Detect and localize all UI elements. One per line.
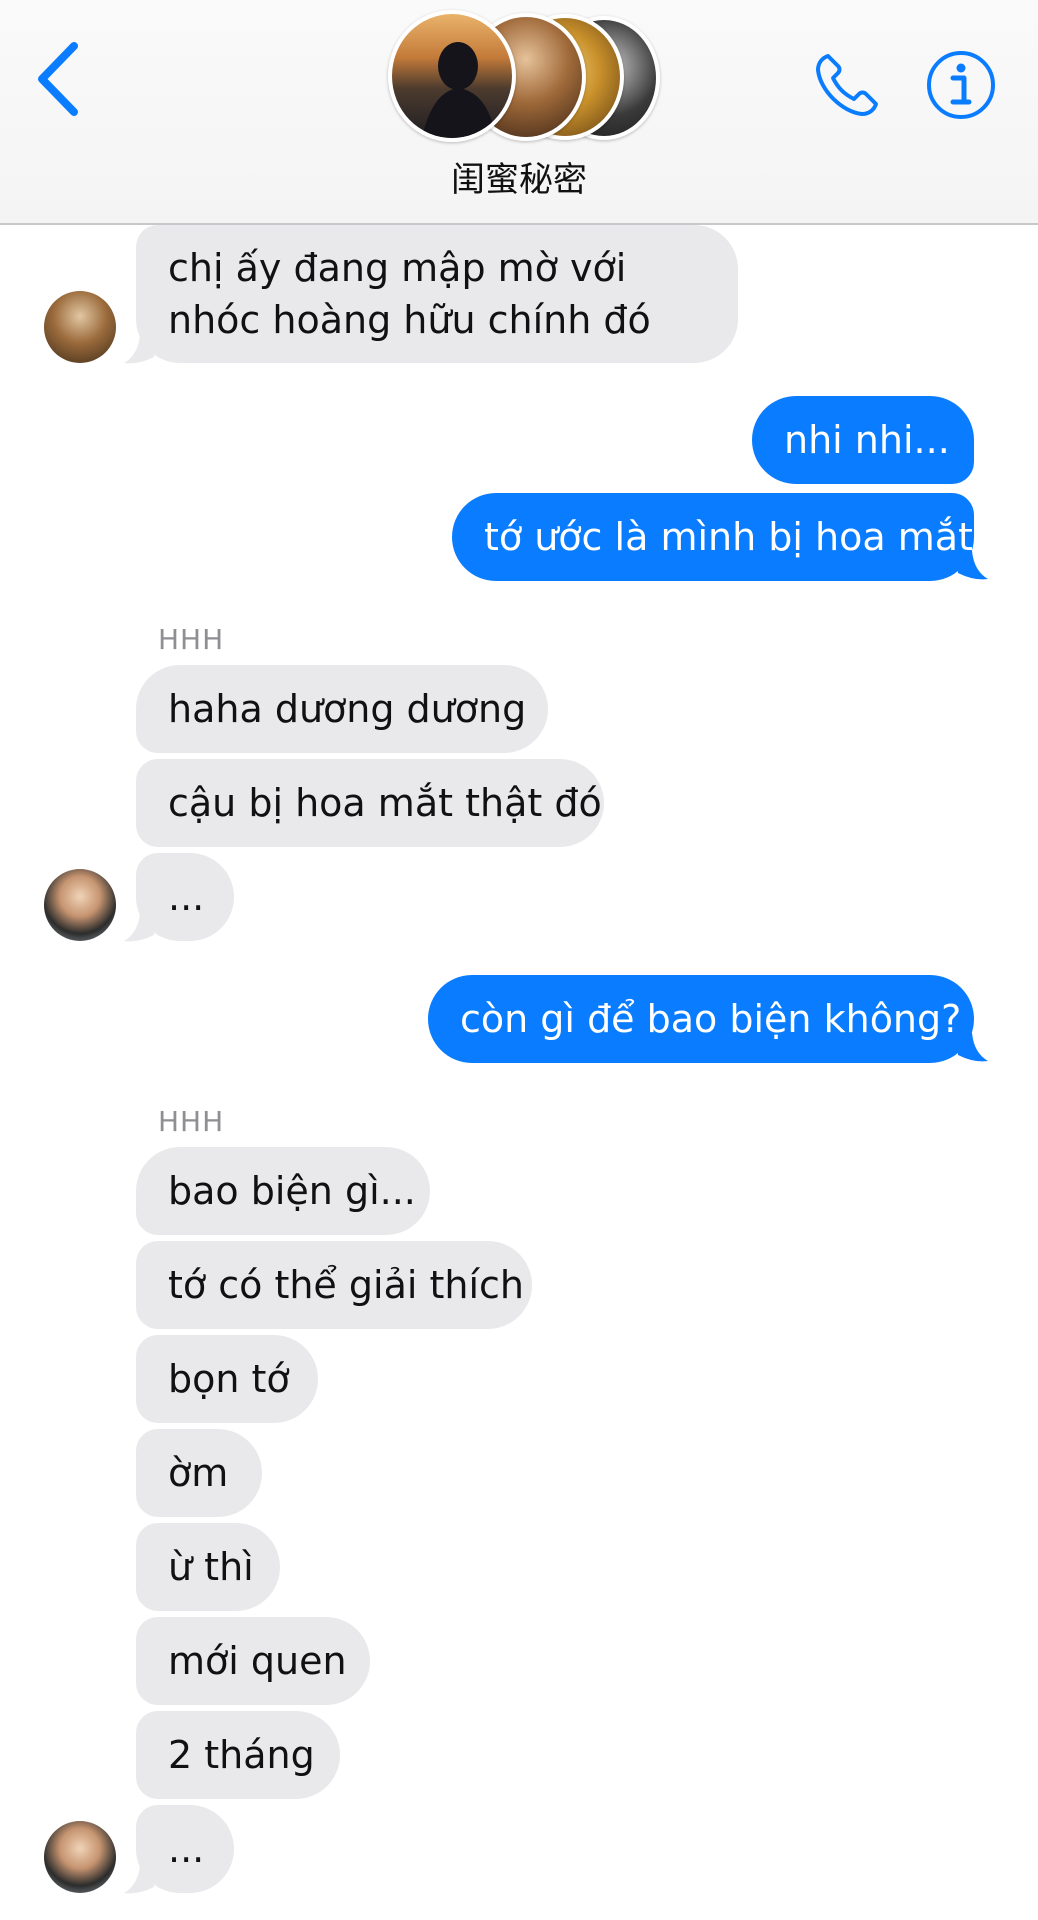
bubble-tail (958, 1033, 988, 1062)
message-text: tớ có thể giải thích (168, 1263, 525, 1307)
message-text: nhi nhi... (784, 418, 950, 462)
chat-header: 闺蜜秘密 (0, 0, 1038, 225)
silhouette-icon (422, 42, 496, 138)
incoming-message[interactable]: haha dương dương (136, 665, 548, 753)
avatar[interactable] (44, 291, 116, 363)
bubble-tail (124, 1865, 154, 1894)
incoming-message[interactable]: mới quen (136, 1617, 370, 1705)
incoming-message[interactable]: 2 tháng (136, 1711, 340, 1799)
message-text: còn gì để bao biện không? (460, 997, 962, 1041)
message-text: bao biện gì... (168, 1169, 416, 1213)
bubble-tail (124, 335, 154, 364)
incoming-message[interactable]: bọn tớ (136, 1335, 318, 1423)
message-list[interactable]: chị ấy đang mập mờ với nhóc hoàng hữu ch… (0, 225, 1038, 1920)
avatar[interactable] (44, 869, 116, 941)
info-button[interactable] (924, 48, 998, 122)
call-button[interactable] (810, 50, 882, 122)
chevron-left-icon (38, 42, 78, 116)
group-member-avatar-1 (388, 10, 516, 142)
message-text: ... (168, 875, 205, 919)
incoming-message[interactable]: ờm (136, 1429, 262, 1517)
message-text: mới quen (168, 1639, 347, 1683)
message-text: ừ thì (168, 1545, 254, 1589)
incoming-message[interactable]: bao biện gì... (136, 1147, 430, 1235)
message-text: 2 tháng (168, 1733, 315, 1777)
message-text: chị ấy đang mập mờ với nhóc hoàng hữu ch… (168, 246, 651, 342)
incoming-message[interactable]: cậu bị hoa mắt thật đó (136, 759, 604, 847)
message-text: cậu bị hoa mắt thật đó (168, 781, 602, 825)
message-text: ờm (168, 1451, 229, 1495)
outgoing-message[interactable]: còn gì để bao biện không? (428, 975, 974, 1063)
bubble-tail (124, 913, 154, 942)
message-text: ... (168, 1827, 205, 1871)
message-text: tớ ước là mình bị hoa mắt (484, 515, 973, 559)
sender-name: HHH (158, 623, 225, 656)
incoming-message[interactable]: ừ thì (136, 1523, 280, 1611)
info-icon (927, 51, 995, 119)
back-button[interactable] (30, 38, 90, 120)
incoming-message[interactable]: chị ấy đang mập mờ với nhóc hoàng hữu ch… (136, 225, 738, 363)
group-avatar-stack[interactable] (388, 10, 660, 142)
sender-name: HHH (158, 1105, 225, 1138)
outgoing-message[interactable]: nhi nhi... (752, 396, 974, 484)
incoming-message[interactable]: tớ có thể giải thích (136, 1241, 532, 1329)
bubble-tail (958, 551, 988, 580)
message-text: bọn tớ (168, 1357, 290, 1401)
group-title[interactable]: 闺蜜秘密 (0, 152, 1038, 201)
outgoing-message[interactable]: tớ ước là mình bị hoa mắt (452, 493, 974, 581)
message-text: haha dương dương (168, 687, 527, 731)
phone-icon (816, 54, 878, 116)
avatar[interactable] (44, 1821, 116, 1893)
